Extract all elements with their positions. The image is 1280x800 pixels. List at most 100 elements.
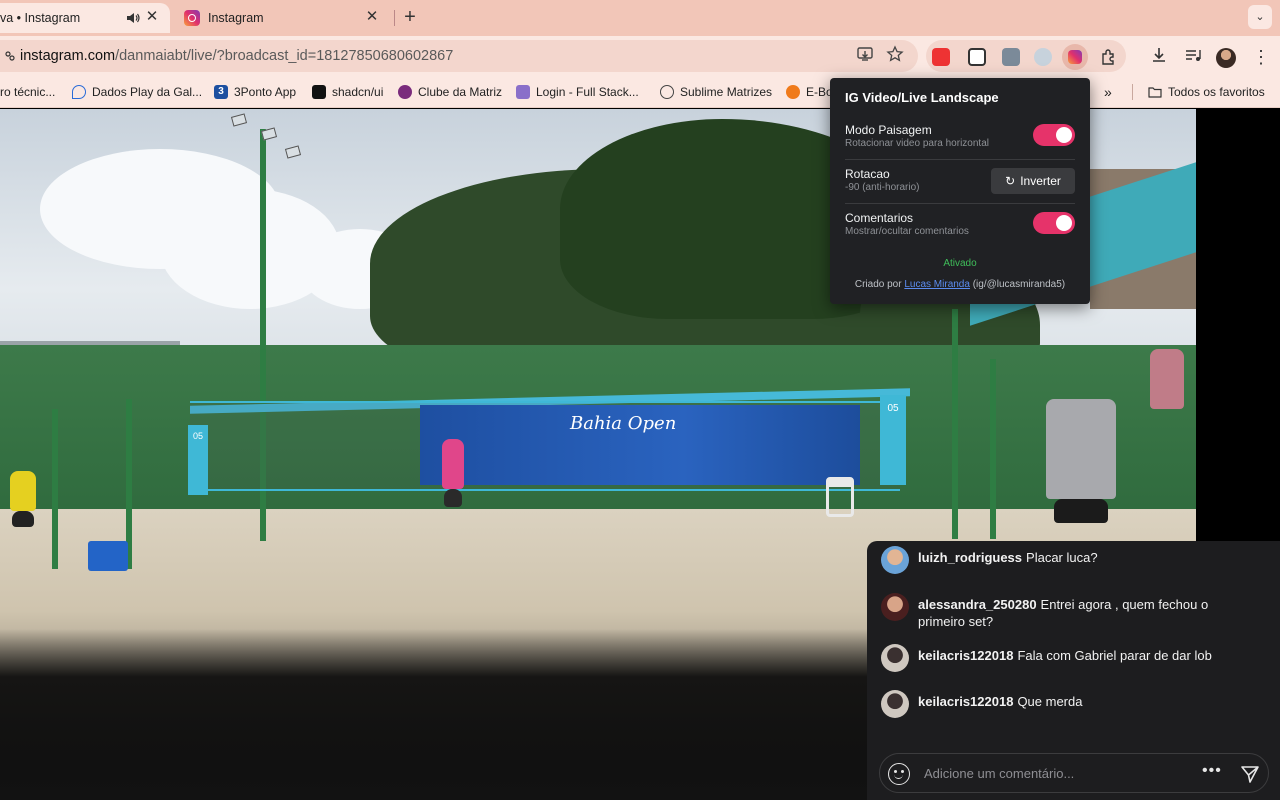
credit-prefix: Criado por [854,279,905,290]
bookmark-item[interactable]: E-Bo [786,84,833,100]
comment-body: luizh_rodriguess Placar luca? [918,549,1238,566]
more-bookmarks-label: » [1104,84,1112,100]
crown-icon [398,85,412,99]
video-chair [826,477,854,517]
tab-title: va • Instagram [0,11,81,25]
bookmark-label: ro técnic... [0,85,56,99]
video-spectator [1046,399,1116,499]
comment-body: keilacris122018 Que merda [918,693,1238,710]
author-link[interactable]: Lucas Miranda [904,279,970,290]
setting-description: Mostrar/ocultar comentarios [845,226,969,237]
more-options-icon[interactable]: ••• [1202,762,1222,780]
bookmark-label: E-Bo [806,85,833,99]
tab-strip: va • Instagram ✕ Instagram ✕ + ⌄ [0,0,1280,36]
drop-icon [72,85,86,99]
speaker-icon[interactable] [126,11,140,25]
comment-text: Que merda [1017,694,1083,709]
setting-description: Rotacionar video para horizontal [845,138,989,149]
invert-button[interactable]: ↻ Inverter [991,168,1075,194]
bookmark-item[interactable]: Login - Full Stack... [516,84,639,100]
tab-instagram[interactable]: Instagram ✕ [172,3,390,33]
comment-avatar[interactable] [881,546,909,574]
comments-toggle[interactable] [1033,212,1075,234]
profile-avatar[interactable] [1216,48,1236,68]
close-tab-icon[interactable]: ✕ [144,9,160,25]
bookmark-item[interactable]: 3 3Ponto App [214,84,296,100]
video-player [444,489,462,507]
comment-avatar[interactable] [881,644,909,672]
bookmark-label: Todos os favoritos [1168,85,1265,99]
extensions-puzzle-icon[interactable] [1100,48,1118,66]
credit-line: Criado por Lucas Miranda (ig/@lucasmiran… [830,279,1090,290]
all-bookmarks-folder[interactable]: Todos os favoritos [1148,84,1265,100]
comment-username[interactable]: keilacris122018 [918,694,1013,709]
download-icon[interactable] [1150,46,1168,64]
video-banner: Bahia Open [420,405,860,485]
new-tab-button[interactable]: + [400,7,420,27]
comment-username[interactable]: alessandra_250280 [918,597,1037,612]
browser-menu-icon[interactable]: ⋮ [1252,46,1270,68]
video-net-pole [990,359,996,539]
media-controls-icon[interactable] [1184,46,1202,64]
landscape-toggle[interactable] [1033,124,1075,146]
sublime-icon [660,85,674,99]
popup-title: IG Video/Live Landscape [845,90,999,105]
bookmark-divider [1132,84,1133,100]
comment-avatar[interactable] [881,593,909,621]
rotate-icon: ↻ [1005,174,1016,188]
emoji-icon[interactable] [888,763,910,785]
folder-icon [1148,87,1162,98]
youtube-extension-icon[interactable] [932,48,950,66]
bookmark-label: 3Ponto App [234,85,297,99]
3ponto-icon: 3 [214,85,228,99]
bookmark-star-icon[interactable] [886,45,904,63]
credit-suffix: (ig/@lucasmiranda5) [969,279,1066,290]
close-tab-icon[interactable]: ✕ [364,9,380,25]
ig-landscape-extension-icon[interactable] [1062,44,1088,70]
ebook-icon [786,85,800,99]
comment-body: alessandra_250280 Entrei agora , quem fec… [918,596,1238,630]
banner-text: Bahia Open [570,413,677,434]
url-path: /danmaiabt/live/?broadcast_id=1812785068… [115,48,454,64]
site-info-icon[interactable] [4,50,16,62]
bookmark-item[interactable]: shadcn/ui [312,84,383,100]
comment-username[interactable]: keilacris122018 [918,648,1013,663]
bookmark-item[interactable]: Sublime Matrizes [660,84,772,100]
chat-extension-icon[interactable] [1034,48,1052,66]
setting-row-comments: Comentarios Mostrar/ocultar comentarios [845,206,1075,248]
install-app-icon[interactable] [856,45,874,63]
tab-title: Instagram [208,11,264,25]
video-player [12,511,34,527]
window-extension-icon[interactable] [968,48,986,66]
setting-label: Comentarios [845,211,914,225]
ig-landscape-popup: IG Video/Live Landscape Modo Paisagem Ro… [830,78,1090,304]
setting-label: Rotacao [845,167,890,181]
m-extension-icon[interactable] [1002,48,1020,66]
tab-divider [394,10,395,26]
extensions-group [926,40,1126,72]
send-icon[interactable] [1240,764,1260,784]
bookmark-label: Clube da Matriz [418,85,503,99]
more-bookmarks-button[interactable]: » [1104,84,1112,100]
comment-avatar[interactable] [881,690,909,718]
bookmark-label: shadcn/ui [332,85,384,99]
comment-text: Placar luca? [1026,550,1098,565]
tab-search-button[interactable]: ⌄ [1248,5,1272,29]
bookmark-item[interactable]: Clube da Matriz [398,84,502,100]
comment-username[interactable]: luizh_rodriguess [918,550,1022,565]
browser-toolbar: instagram.com/danmaiabt/live/?broadcast_… [0,36,1280,76]
video-spectator [1150,349,1184,409]
bookmark-item[interactable]: ro técnic... [0,84,55,100]
address-bar[interactable]: instagram.com/danmaiabt/live/?broadcast_… [0,40,918,72]
video-spectator [1054,499,1108,523]
video-letterbox [1196,109,1280,541]
bookmark-label: Sublime Matrizes [680,85,773,99]
tab-instagram-live[interactable]: va • Instagram ✕ [0,3,170,33]
video-cooler [88,541,128,571]
net-number-left: 05 [188,425,208,495]
bookmark-item[interactable]: Dados Play da Gal... [72,84,202,100]
live-comments-panel: luizh_rodriguess Placar luca? alessandra_… [867,541,1280,800]
comment-input[interactable]: Adicione um comentário... ••• [879,753,1269,793]
setting-row-landscape: Modo Paisagem Rotacionar video para hori… [845,118,1075,160]
setting-label: Modo Paisagem [845,123,932,137]
